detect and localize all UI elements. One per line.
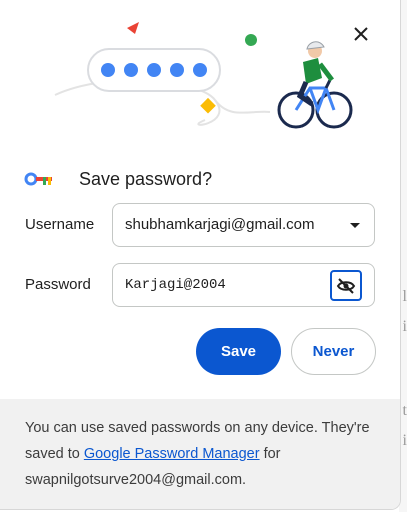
never-button[interactable]: Never: [291, 328, 376, 375]
password-cyclist-illustration: [54, 22, 353, 129]
title-row: Save password?: [24, 166, 212, 192]
username-label: Username: [25, 216, 95, 233]
password-value: Karjagi@2004: [125, 277, 226, 293]
password-manager-link[interactable]: Google Password Manager: [84, 446, 260, 462]
dropdown-arrow-icon[interactable]: [350, 223, 360, 228]
save-button[interactable]: Save: [196, 328, 281, 375]
close-icon: [354, 27, 368, 41]
toggle-password-visibility-button[interactable]: [330, 270, 362, 301]
username-field[interactable]: shubhamkarjagi@gmail.com: [112, 203, 375, 247]
dialog-title: Save password?: [79, 168, 213, 189]
username-value: shubhamkarjagi@gmail.com: [125, 216, 315, 233]
save-password-dialog: Save password? Username shubhamkarjagi@g…: [0, 0, 401, 510]
password-field[interactable]: Karjagi@2004: [112, 263, 375, 307]
eye-off-icon: [336, 277, 356, 294]
close-button[interactable]: [349, 22, 373, 46]
key-icon: [24, 172, 52, 186]
footer-info: You can use saved passwords on any devic…: [0, 399, 400, 509]
password-label: Password: [25, 276, 91, 293]
